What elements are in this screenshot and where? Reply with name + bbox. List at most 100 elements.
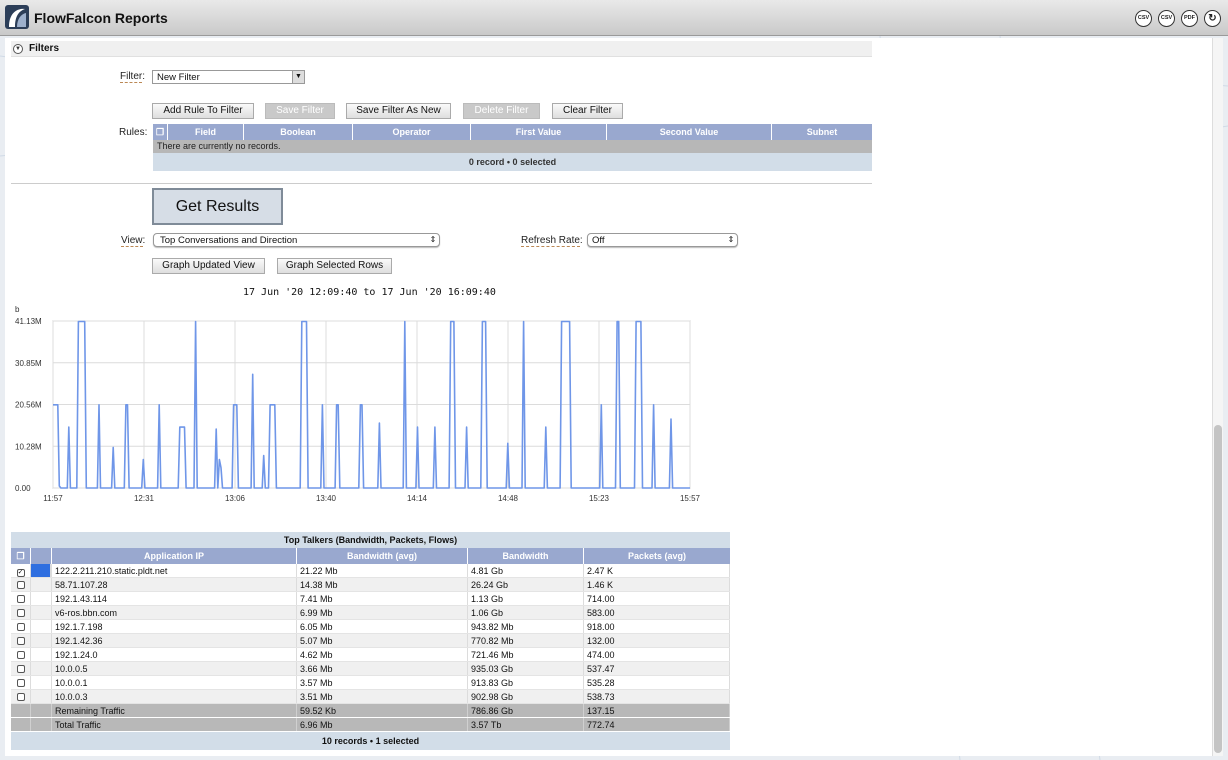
col-bandwidth[interactable]: Bandwidth [468, 548, 584, 564]
cell-bw: 935.03 Gb [468, 662, 584, 675]
cell-ip: 10.0.0.5 [52, 662, 297, 675]
cell-bw: 4.81 Gb [468, 564, 584, 577]
x-tick-label: 11:57 [43, 494, 63, 503]
table-caption: Top Talkers (Bandwidth, Packets, Flows) [11, 532, 730, 548]
total-pkts: 772.74 [584, 718, 730, 731]
cell-ip: 192.1.24.0 [52, 648, 297, 661]
cell-pkts: 1.46 K [584, 578, 730, 591]
select-all-icon[interactable]: ❐ [11, 548, 31, 564]
csv-icon[interactable]: CSV [1135, 10, 1152, 27]
row-checkbox[interactable] [16, 595, 25, 603]
color-column [31, 548, 52, 564]
total-bw-avg: 6.96 Mb [297, 718, 468, 731]
remaining-bw: 786.86 Gb [468, 704, 584, 717]
scrollbar-thumb[interactable] [1214, 425, 1222, 753]
cell-pkts: 2.47 K [584, 564, 730, 577]
bandwidth-chart: 0.00 10.28M 20.56M 30.85M 41.13M b 11:57 12:31 1… [15, 305, 701, 503]
cell-bw: 770.82 Mb [468, 634, 584, 647]
y-tick-label: 10.28M [15, 442, 42, 451]
table-row[interactable]: ✓ 122.2.211.210.static.pldt.net 21.22 Mb 4.… [11, 564, 730, 578]
email-csv-icon[interactable]: CSV [1158, 10, 1175, 27]
row-checkbox[interactable] [16, 581, 25, 589]
y-axis-label: b [15, 305, 20, 314]
col-application-ip[interactable]: Application IP [52, 548, 297, 564]
table-row[interactable]: 58.71.107.28 14.38 Mb 26.24 Gb 1.46 K [11, 578, 730, 592]
y-tick-label: 20.56M [15, 401, 42, 410]
cell-ip: 122.2.211.210.static.pldt.net [52, 564, 297, 577]
cell-pkts: 583.00 [584, 606, 730, 619]
table-row[interactable]: 192.1.7.198 6.05 Mb 943.82 Mb 918.00 [11, 620, 730, 634]
col-subnet[interactable]: Subnet [772, 124, 872, 140]
cell-bw-avg: 21.22 Mb [297, 564, 468, 577]
cell-bw-avg: 4.62 Mb [297, 648, 468, 661]
total-bw: 3.57 Tb [468, 718, 584, 731]
table-row[interactable]: 192.1.24.0 4.62 Mb 721.46 Mb 474.00 [11, 648, 730, 662]
cell-pkts: 535.28 [584, 676, 730, 689]
cell-ip: 10.0.0.3 [52, 690, 297, 703]
cell-bw-avg: 5.07 Mb [297, 634, 468, 647]
table-row[interactable]: 10.0.0.3 3.51 Mb 902.98 Gb 538.73 [11, 690, 730, 704]
cell-bw: 1.06 Gb [468, 606, 584, 619]
cell-bw-avg: 3.57 Mb [297, 676, 468, 689]
cell-ip: v6-ros.bbn.com [52, 606, 297, 619]
cell-pkts: 714.00 [584, 592, 730, 605]
col-packets-avg[interactable]: Packets (avg) [584, 548, 730, 564]
y-tick-label: 41.13M [15, 317, 42, 326]
cell-ip: 58.71.107.28 [52, 578, 297, 591]
cell-bw-avg: 6.99 Mb [297, 606, 468, 619]
cell-bw: 943.82 Mb [468, 620, 584, 633]
row-checkbox[interactable] [16, 665, 25, 673]
row-checkbox[interactable] [16, 651, 25, 659]
cell-ip: 10.0.0.1 [52, 676, 297, 689]
cell-bw-avg: 3.66 Mb [297, 662, 468, 675]
cell-pkts: 537.47 [584, 662, 730, 675]
table-row[interactable]: 192.1.42.36 5.07 Mb 770.82 Mb 132.00 [11, 634, 730, 648]
cell-pkts: 132.00 [584, 634, 730, 647]
table-row[interactable]: 10.0.0.5 3.66 Mb 935.03 Gb 537.47 [11, 662, 730, 676]
cell-bw-avg: 7.41 Mb [297, 592, 468, 605]
row-checkbox[interactable] [16, 679, 25, 687]
table-row[interactable]: v6-ros.bbn.com 6.99 Mb 1.06 Gb 583.00 [11, 606, 730, 620]
row-checkbox[interactable] [16, 609, 25, 617]
total-label: Total Traffic [52, 718, 297, 731]
cell-pkts: 918.00 [584, 620, 730, 633]
cell-ip: 192.1.43.114 [52, 592, 297, 605]
cell-bw-avg: 3.51 Mb [297, 690, 468, 703]
cell-ip: 192.1.7.198 [52, 620, 297, 633]
top-talkers-table: Top Talkers (Bandwidth, Packets, Flows) … [11, 532, 730, 750]
table-header: ❐ Application IP Bandwidth (avg) Bandwid… [11, 548, 730, 564]
cell-bw-avg: 6.05 Mb [297, 620, 468, 633]
row-checkbox[interactable] [16, 693, 25, 701]
remaining-bw-avg: 59.52 Kb [297, 704, 468, 717]
total-traffic-row: Total Traffic 6.96 Mb 3.57 Tb 772.74 [11, 718, 730, 732]
x-tick-label: 15:57 [680, 494, 701, 503]
remaining-pkts: 137.15 [584, 704, 730, 717]
y-tick-label: 30.85M [15, 359, 42, 368]
remaining-traffic-row: Remaining Traffic 59.52 Kb 786.86 Gb 137… [11, 704, 730, 718]
row-checkbox[interactable] [16, 623, 25, 631]
col-bandwidth-avg[interactable]: Bandwidth (avg) [297, 548, 468, 564]
table-row[interactable]: 10.0.0.1 3.57 Mb 913.83 Gb 535.28 [11, 676, 730, 690]
row-checkbox[interactable] [16, 637, 25, 645]
table-row[interactable]: 192.1.43.114 7.41 Mb 1.13 Gb 714.00 [11, 592, 730, 606]
x-tick-label: 14:48 [498, 494, 519, 503]
remaining-label: Remaining Traffic [52, 704, 297, 717]
x-tick-label: 12:31 [134, 494, 155, 503]
y-tick-label: 0.00 [15, 484, 31, 493]
cell-bw: 913.83 Gb [468, 676, 584, 689]
cell-bw: 902.98 Gb [468, 690, 584, 703]
table-body: ✓ 122.2.211.210.static.pldt.net 21.22 Mb 4.… [11, 564, 730, 704]
x-tick-label: 13:06 [225, 494, 246, 503]
cell-bw-avg: 14.38 Mb [297, 578, 468, 591]
x-tick-label: 14:14 [407, 494, 428, 503]
table-footer: 10 records • 1 selected [11, 732, 730, 750]
cell-bw: 26.24 Gb [468, 578, 584, 591]
cell-pkts: 474.00 [584, 648, 730, 661]
pdf-icon[interactable]: PDF [1181, 10, 1198, 27]
x-tick-label: 13:40 [316, 494, 337, 503]
x-tick-label: 15:23 [589, 494, 610, 503]
row-checkbox[interactable]: ✓ [16, 569, 25, 577]
refresh-icon[interactable]: ↻ [1204, 10, 1221, 27]
cell-bw: 721.46 Mb [468, 648, 584, 661]
cell-bw: 1.13 Gb [468, 592, 584, 605]
